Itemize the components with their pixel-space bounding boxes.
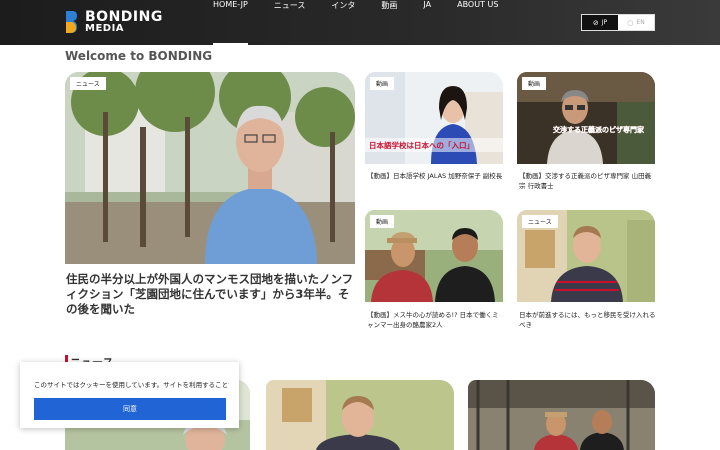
site-logo[interactable]: BONDING MEDIA [64,9,164,36]
feature-title[interactable]: 住民の半分以上が外国人のマンモス団地を描いたノンフィクション「芝園団地に住んでい… [66,272,356,317]
site-header: BONDING MEDIA HOME-JP ニュース インタ 動画 JA ABO… [0,0,720,45]
nav-news[interactable]: ニュース [261,0,319,45]
card-overlay-text: 日本語学校は日本への「入口」 [369,140,474,150]
lang-en-button[interactable]: ○ EN [618,15,654,30]
lang-jp-label: JP [601,19,608,26]
nav-ja[interactable]: JA [410,0,444,45]
lang-jp-button[interactable]: ⊘ JP [582,15,618,30]
logo-subtext: MEDIA [85,23,125,34]
bottom-photo [468,380,655,450]
cookie-accept-button[interactable]: 同意 [34,398,226,420]
card-image[interactable]: 動画 交渉する正義派のピザ専門家 [517,72,655,164]
feature-photo [65,72,355,264]
card-image[interactable]: ニュース [517,210,655,302]
card-tag: 動画 [522,77,547,90]
nav-about[interactable]: ABOUT US [444,0,511,45]
card-image[interactable]: 動画 日本語学校は日本への「入口」 [365,72,503,164]
card-title[interactable]: 【動画】日本語学校 JALAS 加野奈保子 副校長 [367,172,505,182]
logo-mark-icon [66,11,77,33]
card-title[interactable]: 日本が前進するには、もっと移民を受け入れるべき [519,311,657,330]
card-tag: 動画 [370,215,395,228]
feature-image[interactable]: ニュース [65,72,355,264]
circle-icon: ○ [627,18,634,27]
cookie-banner: このサイトではクッキーを使用しています。サイトを利用することで、クッキーの使用に… [20,362,239,428]
nav-home[interactable]: HOME-JP [200,0,261,45]
bottom-article-image[interactable] [468,380,655,450]
feature-tag: ニュース [70,77,106,90]
card-tag: ニュース [522,215,558,228]
nav-interview[interactable]: インタ [318,0,368,45]
card-overlay-text: 交渉する正義派のピザ専門家 [553,125,645,134]
language-switch: ⊘ JP ○ EN [581,14,655,31]
page-title: Welcome to BONDING [65,49,213,63]
cookie-text: このサイトではクッキーを使用しています。サイトを利用することで、クッキーの使用に… [34,381,229,389]
check-circle-icon: ⊘ [592,18,599,27]
lang-en-label: EN [636,19,645,26]
bottom-photo [266,380,454,450]
card-title[interactable]: 【動画】メス牛の心が読める!? 日本で働くミャンマー出身の酪農家2人 [367,311,505,330]
card-tag: 動画 [370,77,395,90]
bottom-article-image[interactable] [266,380,454,450]
nav-video[interactable]: 動画 [368,0,410,45]
card-title[interactable]: 【動画】交渉する正義派のピザ専門家 山田義宗 行政書士 [519,172,657,191]
card-image[interactable]: 動画 [365,210,503,302]
main-nav: HOME-JP ニュース インタ 動画 JA ABOUT US [200,0,511,45]
